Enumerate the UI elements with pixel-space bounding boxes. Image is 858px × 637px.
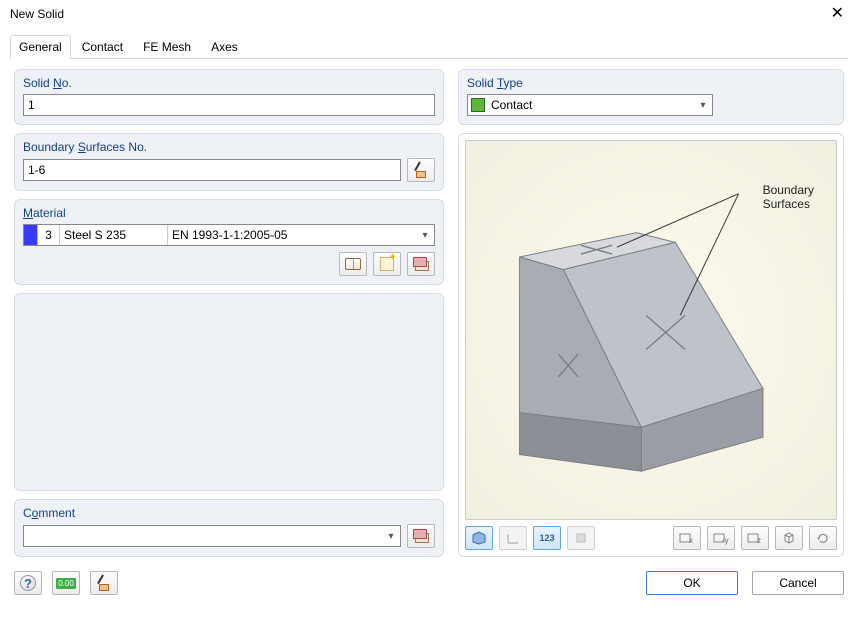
help-icon: ? bbox=[20, 575, 36, 591]
label-text: mment bbox=[38, 506, 75, 520]
material-library-button[interactable] bbox=[339, 252, 367, 276]
cube-icon bbox=[782, 531, 796, 545]
pick-icon bbox=[413, 162, 429, 178]
solid-type-select[interactable]: Contact ▾ bbox=[467, 94, 713, 116]
material-select[interactable]: 3 Steel S 235 EN 1993-1-1:2005-05 ▾ bbox=[23, 224, 435, 246]
axis-y-button[interactable]: -y bbox=[707, 526, 735, 550]
tab-fe-mesh[interactable]: FE Mesh bbox=[134, 35, 200, 59]
view-reset-button[interactable] bbox=[809, 526, 837, 550]
label-accel: S bbox=[78, 140, 86, 154]
material-new-button[interactable] bbox=[373, 252, 401, 276]
label-text: urfaces No. bbox=[86, 140, 147, 154]
material-code: EN 1993-1-1:2005-05 bbox=[168, 225, 416, 245]
group-solid-type: Solid Type Contact ▾ bbox=[458, 69, 844, 125]
chevron-down-icon: ▾ bbox=[382, 531, 400, 542]
reload-cube-icon bbox=[816, 531, 830, 545]
solid-type-value: Contact bbox=[485, 98, 694, 112]
label-comment: Comment bbox=[23, 506, 435, 520]
label-solid-no: Solid No. bbox=[23, 76, 435, 90]
numbering-icon: 123 bbox=[539, 533, 554, 543]
loads-icon bbox=[574, 531, 588, 545]
layers-icon bbox=[413, 257, 429, 271]
preview-panel: Boundary Surfaces bbox=[458, 133, 844, 557]
chevron-down-icon: ▾ bbox=[416, 225, 434, 245]
label-text: Solid bbox=[467, 76, 497, 90]
label-accel: N bbox=[53, 76, 62, 90]
group-comment: Comment ▾ bbox=[14, 499, 444, 557]
comment-pick-button[interactable] bbox=[407, 524, 435, 548]
pick-icon bbox=[96, 575, 112, 591]
boundary-input[interactable] bbox=[23, 159, 401, 181]
group-material: Material 3 Steel S 235 EN 1993-1-1:2005-… bbox=[14, 199, 444, 285]
window-title: New Solid bbox=[10, 7, 64, 21]
pick-button[interactable] bbox=[90, 571, 118, 595]
axis-z-icon: z bbox=[747, 531, 763, 545]
axis-y-icon: -y bbox=[713, 531, 729, 545]
label-text: o. bbox=[62, 76, 72, 90]
label-solid-type: Solid Type bbox=[467, 76, 835, 90]
material-color-swatch bbox=[24, 225, 38, 245]
layers-icon bbox=[413, 529, 429, 543]
axis-z-button[interactable]: z bbox=[741, 526, 769, 550]
titlebar: New Solid ✕ bbox=[0, 0, 858, 28]
view-iso-button[interactable] bbox=[775, 526, 803, 550]
solid-no-input[interactable] bbox=[23, 94, 435, 116]
svg-text:-y: -y bbox=[722, 536, 729, 545]
label-boundary: Boundary Surfaces No. bbox=[23, 140, 435, 154]
left-column: Solid No. Boundary Surfaces No. Material… bbox=[14, 69, 444, 557]
svg-text:x: x bbox=[689, 536, 693, 545]
svg-text:z: z bbox=[757, 536, 761, 545]
view-mode-solid-button[interactable] bbox=[465, 526, 493, 550]
preview-toolbar: 123 x -y z bbox=[465, 526, 837, 550]
group-solid-no: Solid No. bbox=[14, 69, 444, 125]
comment-input[interactable]: ▾ bbox=[23, 525, 401, 547]
group-boundary: Boundary Surfaces No. bbox=[14, 133, 444, 191]
book-icon bbox=[345, 258, 361, 270]
label-text: Boundary bbox=[23, 140, 78, 154]
label-material: Material bbox=[23, 206, 435, 220]
label-text: ype bbox=[503, 76, 522, 90]
units-button[interactable]: 0.00 bbox=[52, 571, 80, 595]
help-button[interactable]: ? bbox=[14, 571, 42, 595]
angle-icon bbox=[506, 531, 520, 545]
ok-button[interactable]: OK bbox=[646, 571, 738, 595]
tabstrip: General Contact FE Mesh Axes bbox=[10, 34, 848, 59]
cancel-button[interactable]: Cancel bbox=[752, 571, 844, 595]
tab-contact[interactable]: Contact bbox=[73, 35, 132, 59]
footer: ? 0.00 OK Cancel bbox=[0, 563, 858, 605]
units-icon: 0.00 bbox=[56, 578, 76, 589]
preview-canvas: Boundary Surfaces bbox=[465, 140, 837, 520]
tab-axes[interactable]: Axes bbox=[202, 35, 247, 59]
tab-general[interactable]: General bbox=[10, 35, 71, 59]
material-name: Steel S 235 bbox=[60, 225, 168, 245]
view-angle-button bbox=[499, 526, 527, 550]
solid-view-icon bbox=[471, 531, 487, 545]
label-text: aterial bbox=[33, 206, 66, 220]
material-number: 3 bbox=[38, 225, 60, 245]
label-text: C bbox=[23, 506, 32, 520]
pick-surfaces-button[interactable] bbox=[407, 158, 435, 182]
axis-x-icon: x bbox=[679, 531, 695, 545]
group-empty bbox=[14, 293, 444, 491]
content: Solid No. Boundary Surfaces No. Material… bbox=[0, 59, 858, 563]
material-edit-button[interactable] bbox=[407, 252, 435, 276]
type-color-swatch bbox=[471, 98, 485, 112]
label-accel: M bbox=[23, 206, 33, 220]
close-icon[interactable]: ✕ bbox=[827, 6, 848, 22]
right-column: Solid Type Contact ▾ Boundary Surfaces bbox=[458, 69, 844, 557]
new-file-icon bbox=[380, 257, 394, 271]
view-loads-button bbox=[567, 526, 595, 550]
axis-x-button[interactable]: x bbox=[673, 526, 701, 550]
preview-solid-icon bbox=[466, 141, 836, 519]
view-numbering-button[interactable]: 123 bbox=[533, 526, 561, 550]
chevron-down-icon: ▾ bbox=[694, 100, 712, 111]
label-text: Solid bbox=[23, 76, 53, 90]
